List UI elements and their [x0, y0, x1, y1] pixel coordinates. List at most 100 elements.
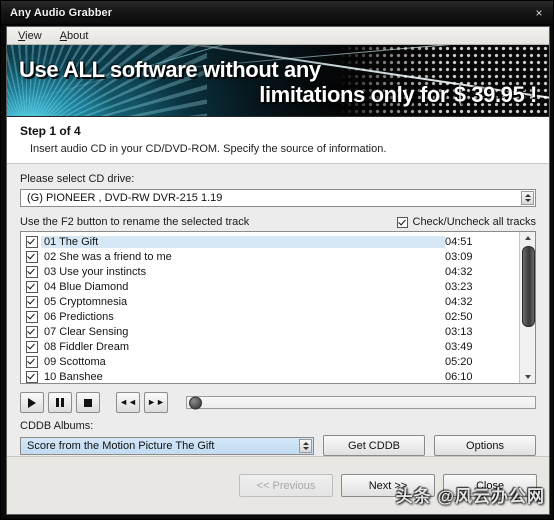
track-duration: 03:13	[445, 325, 473, 338]
track-name: 02 She was a friend to me	[44, 250, 172, 263]
scroll-down-icon[interactable]	[521, 371, 534, 383]
track-duration: 04:51	[445, 235, 473, 248]
track-list-rows: 01 The Gift 04:51 02 She was a friend to…	[21, 232, 519, 383]
rewind-icon: ◄◄	[119, 397, 137, 408]
promo-banner[interactable]: Use ALL software without any limitations…	[7, 45, 549, 118]
play-icon	[28, 397, 36, 408]
forward-button[interactable]: ►►	[144, 392, 168, 414]
track-checkbox-icon[interactable]	[26, 325, 38, 338]
wizard-footer: << Previous Next >> Close	[7, 456, 549, 514]
close-icon[interactable]: ×	[531, 5, 547, 21]
track-duration: 04:32	[445, 295, 473, 308]
application-window: Any Audio Grabber × View About Use ALL s…	[0, 0, 554, 520]
banner-text: Use ALL software without any limitations…	[7, 45, 549, 116]
cddb-album-select[interactable]: Score from the Motion Picture The Gift	[20, 436, 314, 455]
cd-drive-spinner-icon[interactable]	[521, 191, 534, 206]
table-row[interactable]: 10 Banshee 06:10	[21, 369, 519, 383]
menu-about-accesskey: A	[59, 29, 67, 42]
track-duration: 03:09	[445, 250, 473, 263]
get-cddb-button[interactable]: Get CDDB	[323, 435, 425, 457]
menu-item-about[interactable]: About	[60, 30, 89, 42]
rename-hint-label: Use the F2 button to rename the selected…	[20, 216, 250, 229]
track-list-scrollbar[interactable]	[519, 232, 535, 384]
table-row[interactable]: 03 Use your instincts 04:32	[21, 264, 519, 279]
playback-slider-handle[interactable]	[189, 396, 202, 410]
track-checkbox-icon[interactable]	[26, 310, 38, 323]
check-all-tracks-checkbox[interactable]: Check/Uncheck all tracks	[396, 216, 537, 229]
playback-slider[interactable]	[186, 396, 536, 410]
step-title: Step 1 of 4	[20, 124, 81, 139]
table-row[interactable]: 07 Clear Sensing 03:13	[21, 324, 519, 339]
table-row[interactable]: 05 Cryptomnesia 04:32	[21, 294, 519, 309]
cddb-album-spinner-icon[interactable]	[299, 438, 312, 453]
track-checkbox-icon[interactable]	[26, 265, 38, 278]
tracklist-header: Use the F2 button to rename the selected…	[20, 216, 536, 228]
table-row[interactable]: 02 She was a friend to me 03:09	[21, 249, 519, 264]
chevron-up-icon	[302, 441, 309, 445]
scroll-up-icon[interactable]	[521, 232, 534, 244]
track-duration: 04:32	[445, 265, 473, 278]
track-checkbox-icon[interactable]	[26, 280, 38, 293]
window-title: Any Audio Grabber	[10, 6, 113, 19]
banner-line-2: limitations only for $ 39.95 !	[259, 81, 537, 107]
menu-item-view[interactable]: View	[18, 30, 42, 42]
cddb-album-value: Score from the Motion Picture The Gift	[27, 439, 215, 452]
pause-button[interactable]	[48, 392, 72, 414]
track-checkbox-icon[interactable]	[26, 370, 38, 383]
menu-bar: View About	[7, 27, 549, 46]
track-duration: 05:20	[445, 355, 473, 368]
table-row[interactable]: 08 Fiddler Dream 03:49	[21, 339, 519, 354]
track-checkbox-icon[interactable]	[26, 355, 38, 368]
track-duration: 06:10	[445, 370, 473, 383]
track-duration: 03:23	[445, 280, 473, 293]
track-name: 06 Predictions	[44, 310, 114, 323]
forward-icon: ►►	[147, 397, 165, 408]
step-description: Insert audio CD in your CD/DVD-ROM. Spec…	[30, 143, 387, 156]
menu-about-rest: bout	[67, 29, 89, 42]
track-name: 05 Cryptomnesia	[44, 295, 128, 308]
track-name: 10 Banshee	[44, 370, 103, 383]
check-all-tracks-label: Check/Uncheck all tracks	[412, 216, 537, 229]
cddb-row: Score from the Motion Picture The Gift G…	[20, 435, 536, 457]
previous-button[interactable]: << Previous	[239, 474, 333, 498]
track-name: 07 Clear Sensing	[44, 325, 129, 338]
close-button[interactable]: Close	[443, 474, 537, 498]
player-controls: ◄◄ ►►	[20, 392, 536, 414]
chevron-down-icon	[524, 199, 531, 203]
table-row[interactable]: 01 The Gift 04:51	[21, 234, 519, 249]
track-checkbox-icon[interactable]	[26, 235, 38, 248]
chevron-up-icon	[524, 194, 531, 198]
scrollbar-thumb[interactable]	[522, 246, 535, 328]
options-button[interactable]: Options	[434, 435, 536, 457]
track-checkbox-icon[interactable]	[26, 340, 38, 353]
track-name: 08 Fiddler Dream	[44, 340, 129, 353]
track-duration: 03:49	[445, 340, 473, 353]
play-button[interactable]	[20, 392, 44, 414]
title-bar: Any Audio Grabber ×	[1, 1, 553, 25]
client-area: View About Use ALL software without any …	[6, 26, 550, 515]
cd-drive-select[interactable]: (G) PIONEER , DVD-RW DVR-215 1.19	[20, 189, 536, 208]
menu-view-rest: iew	[25, 29, 42, 42]
rewind-button[interactable]: ◄◄	[116, 392, 140, 414]
cd-drive-label: Please select CD drive:	[20, 173, 135, 186]
track-list[interactable]: 01 The Gift 04:51 02 She was a friend to…	[20, 231, 536, 385]
track-checkbox-icon[interactable]	[26, 250, 38, 263]
cddb-albums-label: CDDB Albums:	[20, 420, 94, 433]
next-button[interactable]: Next >>	[341, 474, 435, 498]
table-row[interactable]: 06 Predictions 02:50	[21, 309, 519, 324]
track-name: 01 The Gift	[41, 235, 445, 248]
scrollbar-track[interactable]	[521, 244, 535, 371]
stop-icon	[84, 398, 92, 407]
table-row[interactable]: 04 Blue Diamond 03:23	[21, 279, 519, 294]
chevron-down-icon	[302, 446, 309, 450]
cd-drive-value: (G) PIONEER , DVD-RW DVR-215 1.19	[27, 192, 223, 205]
track-name: 09 Scottoma	[44, 355, 106, 368]
stop-button[interactable]	[76, 392, 100, 414]
wizard-body: Please select CD drive: (G) PIONEER , DV…	[7, 164, 549, 457]
step-header: Step 1 of 4 Insert audio CD in your CD/D…	[7, 117, 549, 165]
pause-icon	[56, 398, 64, 408]
table-row[interactable]: 09 Scottoma 05:20	[21, 354, 519, 369]
track-name: 03 Use your instincts	[44, 265, 147, 278]
track-checkbox-icon[interactable]	[26, 295, 38, 308]
banner-line-1: Use ALL software without any	[19, 57, 321, 83]
